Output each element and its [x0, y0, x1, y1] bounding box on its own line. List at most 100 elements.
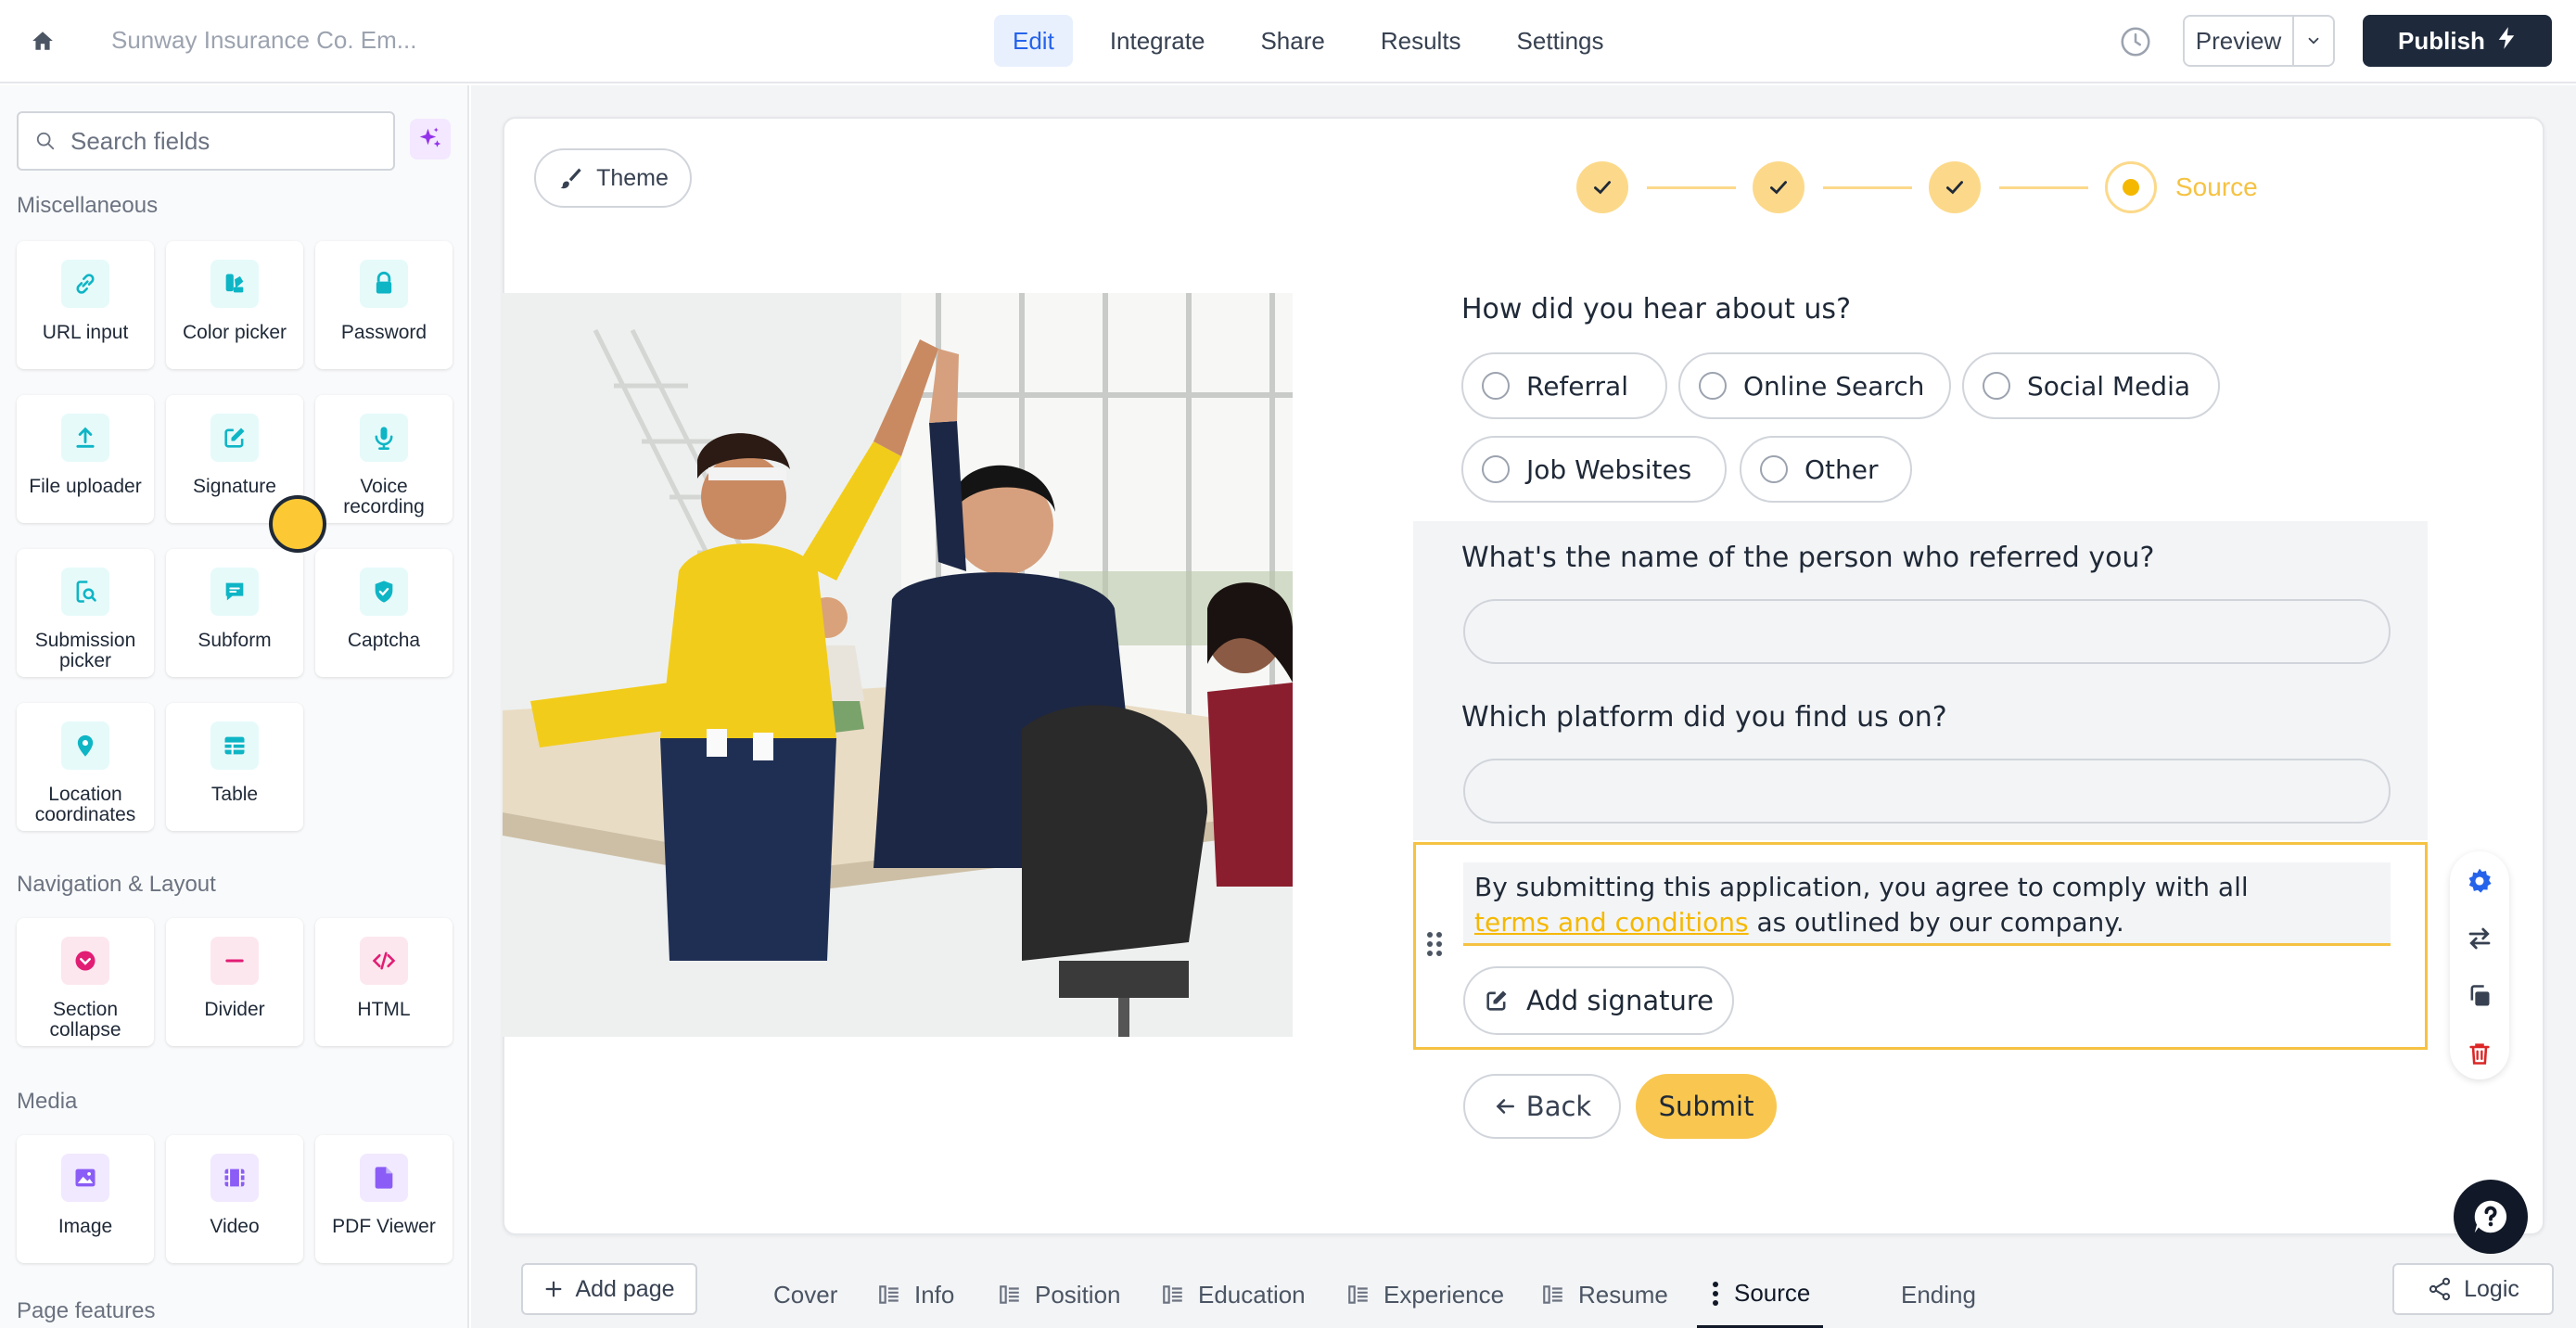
option-online-search[interactable]: Online Search	[1678, 352, 1951, 419]
trash-icon[interactable]	[2463, 1037, 2496, 1070]
page-tab-ending[interactable]: Ending	[1888, 1261, 1989, 1328]
collapse-icon	[61, 937, 109, 985]
field-divider[interactable]: Divider	[166, 918, 303, 1046]
section-label-misc: Miscellaneous	[17, 193, 159, 218]
field-label: Color picker	[182, 322, 287, 343]
platform-input[interactable]	[1463, 759, 2391, 824]
field-url-input[interactable]: URL input	[17, 241, 154, 369]
field-pdf-viewer[interactable]: PDF Viewer	[315, 1135, 453, 1263]
referrer-name-input[interactable]	[1463, 599, 2391, 664]
option-social-media[interactable]: Social Media	[1962, 352, 2220, 419]
page-icon	[1163, 1285, 1182, 1304]
tab-settings[interactable]: Settings	[1498, 15, 1623, 67]
radio-button[interactable]	[1482, 455, 1510, 483]
add-signature-button[interactable]: Add signature	[1463, 966, 1734, 1035]
page-tab-experience[interactable]: Experience	[1333, 1261, 1517, 1328]
field-label: PDF Viewer	[332, 1216, 436, 1237]
field-label: Signature	[193, 476, 276, 497]
option-other[interactable]: Other	[1740, 436, 1912, 503]
field-password[interactable]: Password	[315, 241, 453, 369]
video-icon	[210, 1154, 259, 1202]
option-job-websites[interactable]: Job Websites	[1461, 436, 1727, 503]
field-video[interactable]: Video	[166, 1135, 303, 1263]
field-subform[interactable]: Subform	[166, 549, 303, 677]
swap-icon[interactable]	[2463, 922, 2496, 955]
drag-handle-icon[interactable]	[1424, 929, 1445, 959]
tab-edit[interactable]: Edit	[994, 15, 1073, 67]
chevron-down-icon[interactable]	[2294, 17, 2333, 65]
page-tab-education[interactable]: Education	[1148, 1261, 1319, 1328]
ai-sparkle-button[interactable]	[410, 119, 451, 160]
field-label: Location coordinates	[34, 784, 136, 825]
field-html[interactable]: HTML	[315, 918, 453, 1046]
search-input[interactable]	[70, 126, 367, 156]
field-color-picker[interactable]: Color picker	[166, 241, 303, 369]
divider-icon	[210, 937, 259, 985]
back-label: Back	[1525, 1091, 1592, 1122]
field-image[interactable]: Image	[17, 1135, 154, 1263]
field-section-collapse[interactable]: Section collapse	[17, 918, 154, 1046]
page-tab-source[interactable]: Source	[1697, 1261, 1824, 1328]
preview-button[interactable]: Preview	[2183, 15, 2335, 67]
step-complete-1[interactable]	[1576, 161, 1628, 213]
theme-button[interactable]: Theme	[534, 148, 692, 208]
back-button[interactable]: Back	[1463, 1074, 1621, 1139]
field-captcha[interactable]: Captcha	[315, 549, 453, 677]
field-table[interactable]: Table	[166, 703, 303, 831]
help-chat-icon	[2474, 1200, 2507, 1233]
shield-check-icon	[360, 568, 408, 616]
page-tab-info[interactable]: Info	[864, 1261, 967, 1328]
field-location-coordinates[interactable]: Location coordinates	[17, 703, 154, 831]
more-vertical-icon[interactable]	[1710, 1280, 1721, 1308]
radio-button[interactable]	[1482, 372, 1510, 400]
home-icon[interactable]	[26, 24, 59, 57]
page-tab-label: Info	[914, 1280, 955, 1309]
submit-button[interactable]: Submit	[1636, 1074, 1777, 1139]
add-page-button[interactable]: Add page	[521, 1263, 697, 1315]
radio-button[interactable]	[1760, 455, 1788, 483]
paintbrush-icon	[560, 168, 581, 189]
question-hear-about-us: How did you hear about us?	[1461, 293, 1851, 326]
tab-share[interactable]: Share	[1242, 15, 1343, 67]
logic-button[interactable]: Logic	[2392, 1263, 2554, 1315]
tab-integrate[interactable]: Integrate	[1091, 15, 1224, 67]
form-title[interactable]: Sunway Insurance Co. Em...	[111, 26, 416, 55]
page-tab-label: Experience	[1384, 1280, 1505, 1309]
page-tab-resume[interactable]: Resume	[1528, 1261, 1681, 1328]
duplicate-icon[interactable]	[2463, 979, 2496, 1013]
page-icon	[1543, 1285, 1562, 1304]
help-chat-button[interactable]	[2454, 1180, 2528, 1254]
version-history-icon[interactable]	[2118, 24, 2153, 59]
field-file-uploader[interactable]: File uploader	[17, 395, 154, 523]
page-tab-cover[interactable]: Cover	[760, 1261, 850, 1328]
field-label: Voice recording	[343, 476, 425, 517]
preview-label[interactable]: Preview	[2185, 17, 2294, 65]
radio-button[interactable]	[1983, 372, 2010, 400]
radio-button[interactable]	[1699, 372, 1727, 400]
tab-results[interactable]: Results	[1362, 15, 1480, 67]
agreement-line2: as outlined by our company.	[1748, 907, 2124, 938]
field-label: HTML	[357, 999, 411, 1020]
option-referral[interactable]: Referral	[1461, 352, 1667, 419]
step-complete-3[interactable]	[1929, 161, 1981, 213]
gear-icon[interactable]	[2463, 864, 2496, 898]
field-label: Image	[57, 1216, 113, 1237]
check-icon	[1770, 181, 1787, 195]
lock-icon	[360, 260, 408, 308]
sparkle-icon	[419, 127, 441, 147]
step-complete-2[interactable]	[1753, 161, 1804, 213]
field-voice-recording[interactable]: Voice recording	[315, 395, 453, 523]
publish-button[interactable]: Publish	[2363, 15, 2552, 67]
section-label-media: Media	[17, 1089, 78, 1114]
field-label: Subform	[198, 630, 272, 651]
terms-link[interactable]: terms and conditions	[1474, 907, 1749, 938]
step-current[interactable]	[2105, 161, 2157, 213]
field-label: Table	[210, 784, 259, 805]
page-tab-position[interactable]: Position	[985, 1261, 1134, 1328]
search-box[interactable]	[17, 111, 395, 171]
agreement-text[interactable]: By submitting this application, you agre…	[1463, 862, 2391, 946]
field-label: Divider	[204, 999, 265, 1020]
edit-icon	[1486, 990, 1507, 1011]
field-submission-picker[interactable]: Submission picker	[17, 549, 154, 677]
plus-icon	[546, 1281, 562, 1297]
